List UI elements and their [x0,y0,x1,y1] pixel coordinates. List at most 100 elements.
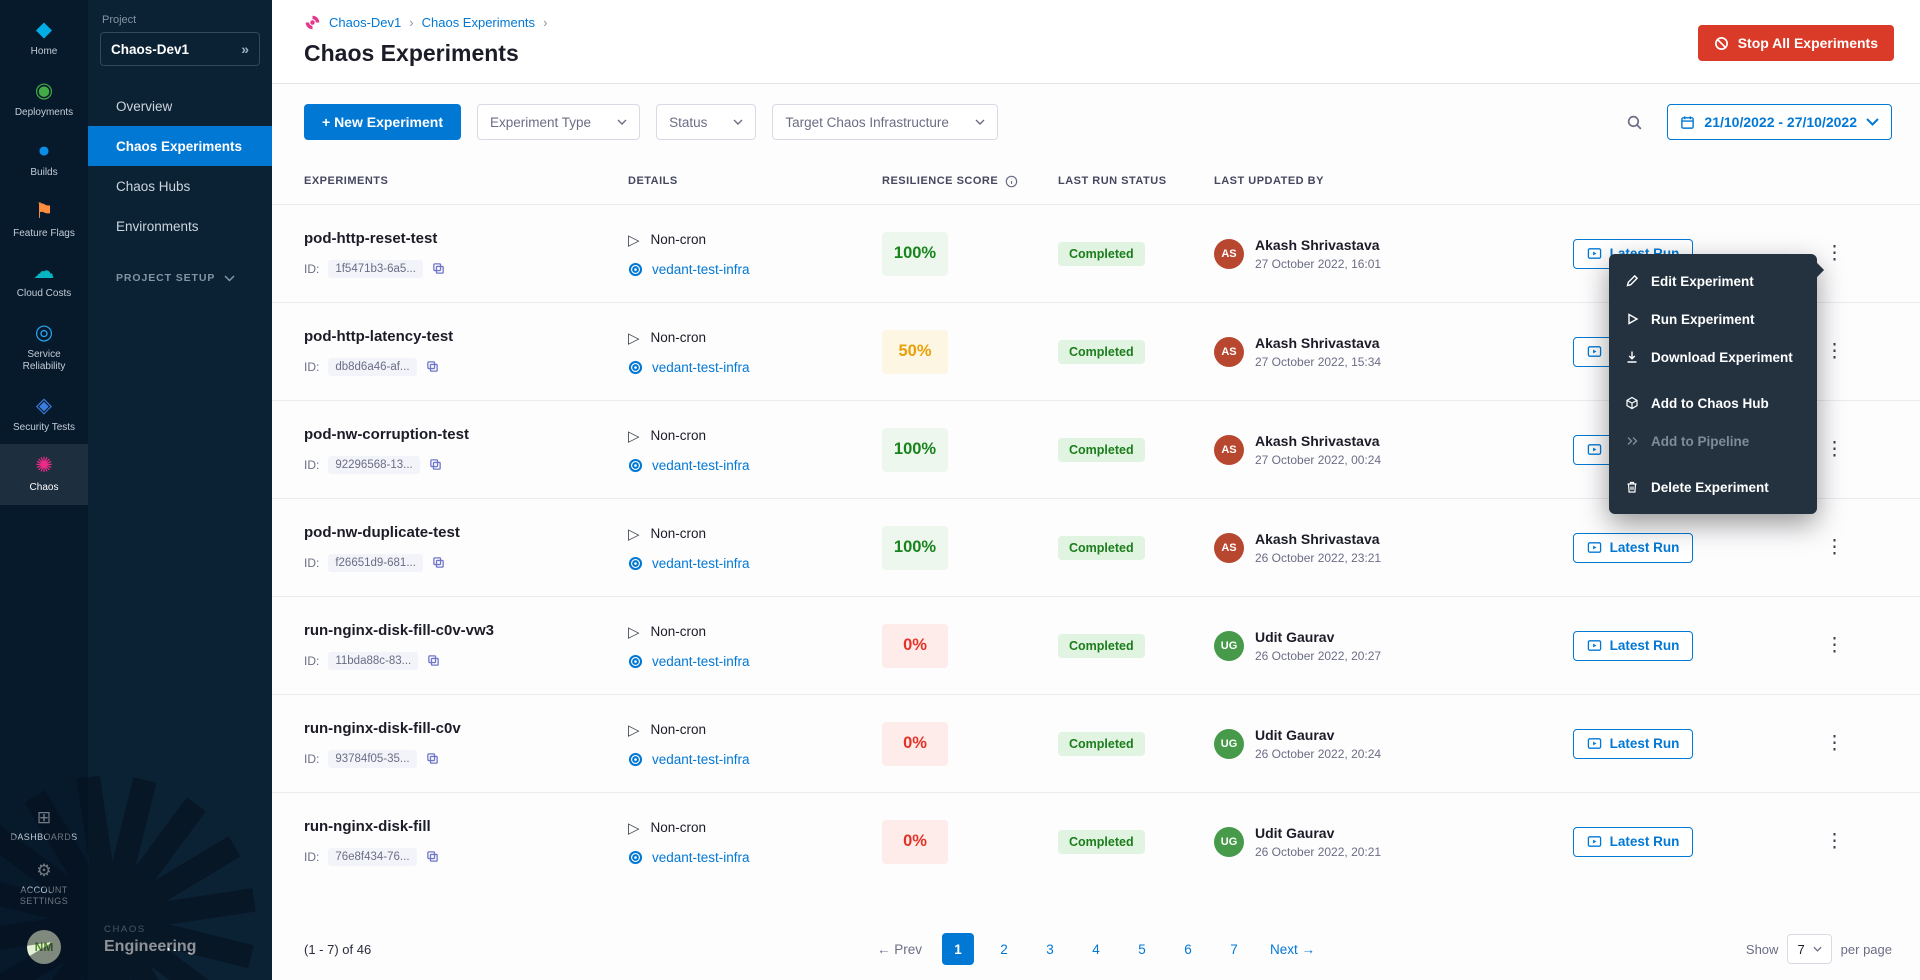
page-buttons: ← Prev 1 2 3 4 5 6 7 Next → [871,933,1321,965]
module-label: Security Tests [10,422,78,435]
page-number-button[interactable]: 2 [988,933,1020,965]
experiment-name[interactable]: pod-nw-corruption-test [304,426,618,443]
next-page-button[interactable]: Next → [1264,938,1321,961]
score-cell: 0% [868,624,1046,668]
filter-target-infrastructure[interactable]: Target Chaos Infrastructure [772,104,998,140]
stop-all-experiments-button[interactable]: Stop All Experiments [1698,25,1894,61]
updated-by-cell: UG Udit Gaurav 26 October 2022, 20:27 [1204,629,1548,663]
row-actions: ⋮ [1718,826,1892,857]
updated-date: 26 October 2022, 20:27 [1255,649,1381,663]
score-cell: 100% [868,232,1046,276]
module-footer: CHAOS Engineering [88,924,272,980]
kebab-menu-button[interactable]: ⋮ [1817,336,1852,367]
page-number-button[interactable]: 6 [1172,933,1204,965]
experiment-name[interactable]: pod-http-reset-test [304,230,618,247]
search-button[interactable] [1620,108,1649,137]
download-icon [1625,350,1639,364]
experiment-name[interactable]: run-nginx-disk-fill-c0v-vw3 [304,622,618,639]
date-range-picker[interactable]: 21/10/2022 - 27/10/2022 [1667,104,1892,140]
breadcrumb-project-link[interactable]: Chaos-Dev1 [329,15,414,30]
experiment-name[interactable]: run-nginx-disk-fill [304,818,618,835]
project-setup-toggle[interactable]: PROJECT SETUP [88,272,272,284]
experiment-id: db8d6a46-af... [328,358,416,376]
infrastructure-link[interactable]: vedant-test-infra [628,556,868,571]
sidebar-item-account-settings[interactable]: ⚙ ACCOUNT SETTINGS [0,853,88,917]
sidebar-item-dashboards[interactable]: ⊞ DASHBOARDS [0,800,88,852]
prev-page-button[interactable]: ← Prev [871,938,928,961]
latest-run-button[interactable]: Latest Run [1573,729,1694,759]
filter-status[interactable]: Status [656,104,756,140]
details-cell: ▷ Non-cron vedant-test-infra [618,231,868,277]
copy-id-button[interactable] [427,654,440,667]
security-tests-icon: ◈ [36,395,52,416]
updated-by-name: Akash Shrivastava [1255,531,1381,547]
experiment-name[interactable]: pod-http-latency-test [304,328,618,345]
menu-delete-experiment[interactable]: Delete Experiment [1609,468,1817,506]
copy-id-button[interactable] [432,262,445,275]
nav-overview[interactable]: Overview [88,86,272,126]
copy-id-button[interactable] [432,556,445,569]
infrastructure-link[interactable]: vedant-test-infra [628,360,868,375]
status-badge: Completed [1058,438,1145,462]
copy-id-button[interactable] [429,458,442,471]
sidebar-item-feature-flags[interactable]: ⚑ Feature Flags [0,190,88,251]
kebab-menu-button[interactable]: ⋮ [1817,532,1852,563]
experiment-name[interactable]: run-nginx-disk-fill-c0v [304,720,618,737]
page-number-button[interactable]: 7 [1218,933,1250,965]
kebab-menu-button[interactable]: ⋮ [1817,434,1852,465]
menu-download-experiment[interactable]: Download Experiment [1609,338,1817,376]
col-resilience-score: RESILIENCE SCORE [868,175,1046,188]
page-number-button[interactable]: 1 [942,933,974,965]
sidebar-item-deployments[interactable]: ◉ Deployments [0,69,88,130]
latest-run-button[interactable]: Latest Run [1573,631,1694,661]
updated-date: 26 October 2022, 20:21 [1255,845,1381,859]
infrastructure-link[interactable]: vedant-test-infra [628,458,868,473]
sidebar-item-home[interactable]: ◆ Home [0,8,88,69]
expand-project-icon[interactable]: » [241,41,249,57]
page-number-button[interactable]: 5 [1126,933,1158,965]
infrastructure-link[interactable]: vedant-test-infra [628,850,868,865]
kebab-menu-button[interactable]: ⋮ [1817,728,1852,759]
updated-by-cell: AS Akash Shrivastava 26 October 2022, 23… [1204,531,1548,565]
details-cell: ▷ Non-cron vedant-test-infra [618,427,868,473]
menu-edit-experiment[interactable]: Edit Experiment [1609,262,1817,300]
project-selector[interactable]: Chaos-Dev1 » [100,32,260,66]
sidebar-item-builds[interactable]: ● Builds [0,129,88,190]
copy-id-button[interactable] [426,752,439,765]
schedule-play-icon: ▷ [628,721,640,739]
nav-environments[interactable]: Environments [88,206,272,246]
sidebar-item-security-tests[interactable]: ◈ Security Tests [0,384,88,445]
latest-run-button[interactable]: Latest Run [1573,827,1694,857]
breadcrumb-experiments-link[interactable]: Chaos Experiments [422,15,548,30]
nav-chaos-experiments[interactable]: Chaos Experiments [88,126,272,166]
infrastructure-link[interactable]: vedant-test-infra [628,752,868,767]
sidebar-item-service-reliability[interactable]: ◎ Service Reliability [0,311,88,384]
copy-icon [429,458,442,471]
menu-run-experiment[interactable]: Run Experiment [1609,300,1817,338]
table-row: run-nginx-disk-fill ID: 76e8f434-76... ▷… [272,792,1920,890]
filter-experiment-type[interactable]: Experiment Type [477,104,640,140]
sidebar-item-chaos[interactable]: ✺ Chaos [0,444,88,505]
info-icon[interactable] [1005,175,1018,188]
page-number-button[interactable]: 4 [1080,933,1112,965]
infrastructure-link[interactable]: vedant-test-infra [628,654,868,669]
experiment-name[interactable]: pod-nw-duplicate-test [304,524,618,541]
per-page-select[interactable]: 7 [1787,934,1831,964]
kebab-menu-button[interactable]: ⋮ [1817,630,1852,661]
user-avatar[interactable]: NM [27,930,61,964]
kebab-menu-button[interactable]: ⋮ [1817,826,1852,857]
nav-chaos-hubs[interactable]: Chaos Hubs [88,166,272,206]
latest-run-button[interactable]: Latest Run [1573,533,1694,563]
copy-id-button[interactable] [426,850,439,863]
menu-add-to-chaos-hub[interactable]: Add to Chaos Hub [1609,384,1817,422]
page-number-button[interactable]: 3 [1034,933,1066,965]
new-experiment-button[interactable]: + New Experiment [304,104,461,140]
kebab-menu-button[interactable]: ⋮ [1817,238,1852,269]
id-label: ID: [304,850,319,864]
infrastructure-link[interactable]: vedant-test-infra [628,262,868,277]
details-cell: ▷ Non-cron vedant-test-infra [618,623,868,669]
sidebar-item-cloud-costs[interactable]: ☁ Cloud Costs [0,250,88,311]
updated-by-cell: AS Akash Shrivastava 27 October 2022, 15… [1204,335,1548,369]
copy-icon [432,262,445,275]
copy-id-button[interactable] [426,360,439,373]
